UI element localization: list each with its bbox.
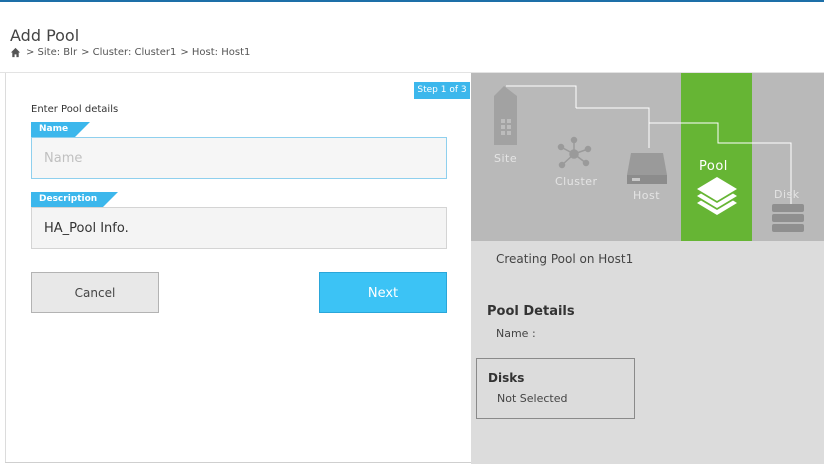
home-icon[interactable]: [10, 47, 21, 58]
diagram-label-disk: Disk: [774, 188, 800, 201]
layers-icon: [697, 177, 737, 215]
form-bottom-border: [5, 462, 471, 463]
name-field-tag: Name: [31, 122, 90, 137]
page-title: Add Pool: [10, 26, 80, 45]
diagram-label-host: Host: [633, 189, 661, 202]
breadcrumb-host[interactable]: > Host: Host1: [180, 47, 250, 58]
pool-name-label: Name :: [496, 327, 536, 340]
disks-summary-box: Disks Not Selected: [476, 358, 635, 419]
form-left-border: [5, 73, 6, 463]
creating-status-text: Creating Pool on Host1: [496, 252, 634, 266]
pool-details-heading: Pool Details: [487, 304, 575, 319]
breadcrumb: > Site: Blr > Cluster: Cluster1 > Host: …: [10, 47, 254, 58]
description-input[interactable]: [31, 207, 447, 249]
step-badge: Step 1 of 3: [414, 82, 470, 99]
cancel-button[interactable]: Cancel: [31, 272, 159, 313]
form-heading: Enter Pool details: [31, 104, 119, 115]
disk-stack-icon: [772, 204, 804, 232]
server-icon: [627, 153, 667, 184]
disks-heading: Disks: [488, 371, 525, 385]
next-button[interactable]: Next: [319, 272, 447, 313]
name-input[interactable]: [31, 137, 447, 179]
breadcrumb-cluster[interactable]: > Cluster: Cluster1: [81, 47, 176, 58]
diagram-label-site: Site: [494, 152, 518, 165]
diagram-connectors: [506, 85, 792, 206]
disks-value: Not Selected: [497, 392, 568, 405]
diagram-graphics: [494, 85, 804, 232]
network-icon: [557, 136, 592, 169]
building-icon: [494, 86, 517, 145]
description-field-tag: Description: [31, 192, 118, 207]
breadcrumb-site[interactable]: > Site: Blr: [26, 47, 77, 58]
top-accent-line: [0, 0, 824, 2]
diagram-label-cluster: Cluster: [555, 175, 598, 188]
diagram-label-pool: Pool: [699, 159, 728, 174]
